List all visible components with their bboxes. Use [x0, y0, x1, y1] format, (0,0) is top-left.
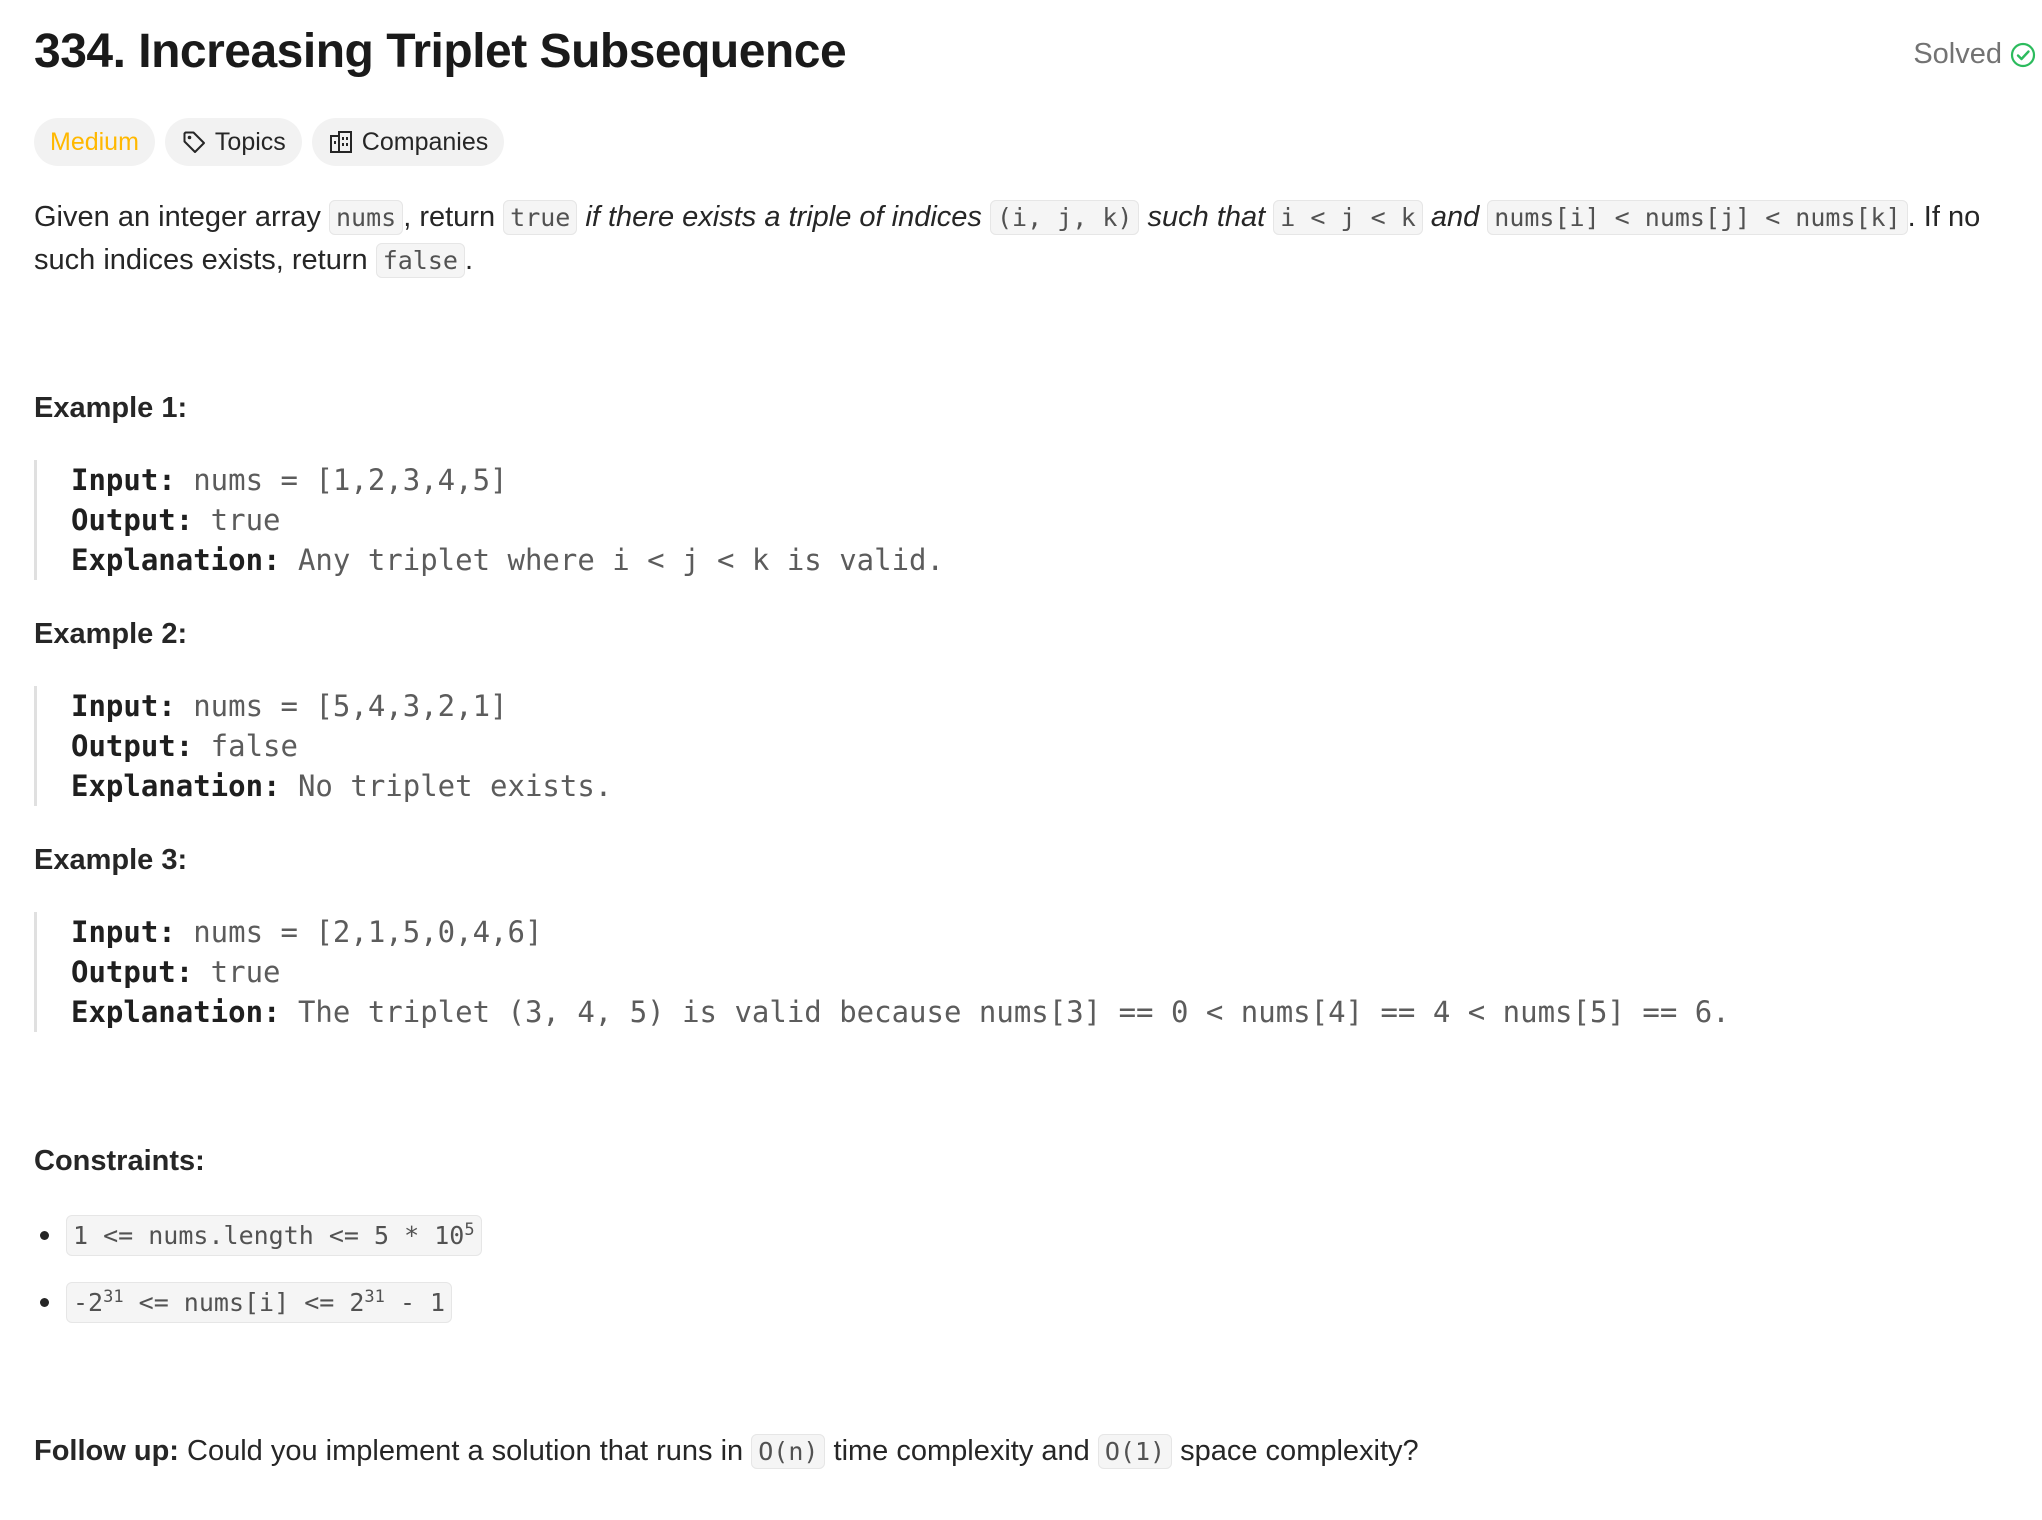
output-label: Output:: [71, 955, 194, 989]
explanation-value: Any triplet where i < j < k is valid.: [280, 543, 944, 577]
example-3-block: Input: nums = [2,1,5,0,4,6] Output: true…: [34, 912, 1730, 1032]
building-icon: [328, 129, 354, 155]
problem-title: 334. Increasing Triplet Subsequence: [34, 25, 847, 78]
constraints-title: Constraints:: [34, 1145, 205, 1177]
bullet-icon: [40, 1298, 49, 1307]
input-value: nums = [2,1,5,0,4,6]: [175, 915, 543, 949]
constraint-text: -2: [73, 1287, 104, 1317]
constraint-text: 1 <= nums.length <= 5 * 10: [73, 1220, 465, 1250]
statement-text: Given an integer array: [34, 201, 329, 233]
follow-up: Follow up: Could you implement a solutio…: [34, 1430, 1419, 1473]
constraint-exponent: 5: [464, 1219, 475, 1240]
problem-statement: Given an integer array nums, return true…: [34, 196, 2034, 282]
companies-button[interactable]: Companies: [311, 118, 505, 166]
constraint-item: -231 <= nums[i] <= 231 - 1: [34, 1279, 482, 1325]
explanation-label: Explanation:: [71, 769, 281, 803]
constraint-item: 1 <= nums.length <= 5 * 105: [34, 1212, 482, 1258]
example-2-title: Example 2:: [34, 618, 188, 650]
input-label: Input:: [71, 915, 176, 949]
input-label: Input:: [71, 689, 176, 723]
constraint-length: 1 <= nums.length <= 5 * 105: [66, 1214, 482, 1256]
output-value: false: [193, 729, 298, 763]
tag-icon: [181, 129, 207, 155]
follow-up-text: Could you implement a solution that runs…: [178, 1435, 752, 1467]
input-label: Input:: [71, 463, 176, 497]
example-3-title: Example 3:: [34, 844, 188, 876]
bullet-icon: [40, 1231, 49, 1240]
check-circle-icon: [2010, 42, 2036, 68]
explanation-value: The triplet (3, 4, 5) is valid because n…: [280, 995, 1730, 1029]
statement-text: [1139, 201, 1147, 233]
topics-label: Topics: [214, 127, 286, 156]
statement-text: [1423, 201, 1431, 233]
follow-up-text: time complexity and: [825, 1435, 1098, 1467]
statement-text: .: [464, 244, 474, 276]
code-space-complexity: O(1): [1097, 1434, 1173, 1469]
statement-emphasis: and: [1430, 201, 1480, 233]
solved-label: Solved: [1913, 38, 2002, 70]
code-value-order: nums[i] < nums[j] < nums[k]: [1487, 200, 1908, 235]
topics-button[interactable]: Topics: [164, 118, 302, 166]
difficulty-label: Medium: [50, 127, 139, 156]
constraint-exponent: 31: [103, 1286, 124, 1307]
output-value: true: [193, 955, 281, 989]
code-false: false: [375, 243, 465, 278]
follow-up-text: space complexity?: [1172, 1435, 1419, 1467]
solved-status[interactable]: Solved: [1913, 38, 2036, 71]
explanation-value: No triplet exists.: [280, 769, 613, 803]
constraint-range: -231 <= nums[i] <= 231 - 1: [66, 1281, 453, 1323]
constraint-exponent: 31: [364, 1286, 385, 1307]
explanation-label: Explanation:: [71, 543, 281, 577]
problem-description-panel: 334. Increasing Triplet Subsequence Solv…: [0, 0, 2042, 1520]
code-true: true: [503, 200, 578, 235]
statement-emphasis: such that: [1147, 201, 1266, 233]
companies-label: Companies: [361, 127, 489, 156]
input-value: nums = [1,2,3,4,5]: [175, 463, 508, 497]
output-label: Output:: [71, 729, 194, 763]
constraint-text: <= nums[i] <= 2: [123, 1287, 365, 1317]
code-index-order: i < j < k: [1273, 200, 1423, 235]
code-time-complexity: O(n): [751, 1434, 826, 1469]
output-label: Output:: [71, 503, 194, 537]
statement-emphasis: if there exists a triple of indices: [585, 201, 982, 233]
constraints-list: 1 <= nums.length <= 5 * 105 -231 <= nums…: [34, 1212, 482, 1346]
code-indices: (i, j, k): [990, 200, 1140, 235]
problem-tags: Medium Topics Companies: [34, 118, 505, 166]
code-nums: nums: [328, 200, 404, 235]
statement-text: , return: [403, 201, 504, 233]
example-2-block: Input: nums = [5,4,3,2,1] Output: false …: [34, 686, 612, 806]
example-1-block: Input: nums = [1,2,3,4,5] Output: true E…: [34, 460, 944, 580]
follow-up-label: Follow up:: [34, 1435, 179, 1467]
output-value: true: [193, 503, 281, 537]
constraint-text: - 1: [384, 1287, 446, 1317]
input-value: nums = [5,4,3,2,1]: [175, 689, 508, 723]
explanation-label: Explanation:: [71, 995, 281, 1029]
statement-text: [982, 201, 990, 233]
difficulty-badge: Medium: [34, 118, 155, 166]
example-1-title: Example 1:: [34, 392, 188, 424]
